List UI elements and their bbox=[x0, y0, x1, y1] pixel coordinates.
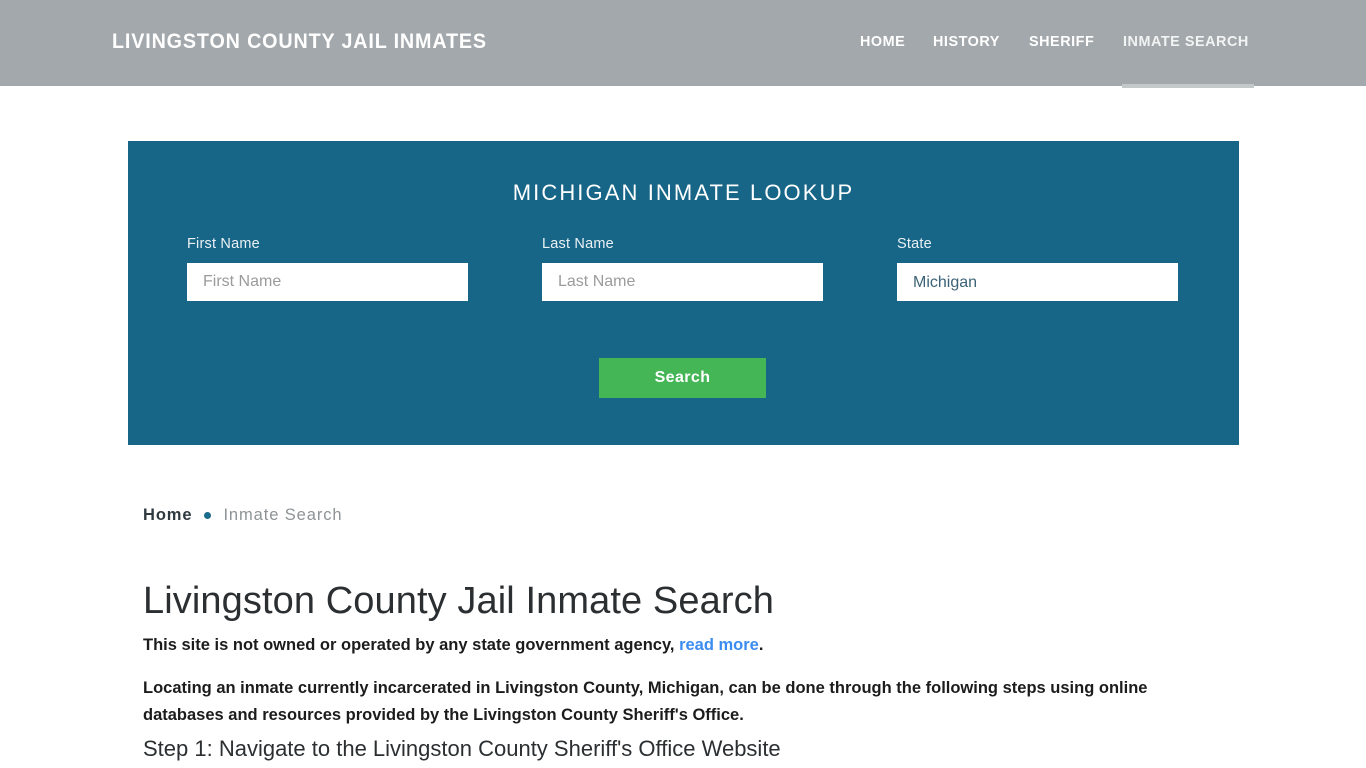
breadcrumb-item-current: Inmate Search bbox=[223, 506, 343, 524]
intro-paragraph: Locating an inmate currently incarcerate… bbox=[143, 679, 1148, 724]
nav-item-history[interactable]: HISTORY bbox=[933, 33, 1000, 50]
step-1-heading: Step 1: Navigate to the Livingston Count… bbox=[143, 736, 781, 761]
page-title: Livingston County Jail Inmate Search bbox=[143, 580, 774, 622]
last-name-field-group: Last Name bbox=[542, 236, 823, 301]
disclaimer-period: . bbox=[758, 636, 764, 654]
inmate-lookup-panel: MICHIGAN INMATE LOOKUP First Name Last N… bbox=[128, 141, 1239, 445]
nav-item-home[interactable]: HOME bbox=[860, 33, 905, 50]
site-header: LIVINGSTON COUNTY JAIL INMATES HOME HIST… bbox=[0, 0, 1366, 88]
breadcrumb-item-home[interactable]: Home bbox=[143, 506, 192, 525]
site-logo[interactable]: LIVINGSTON COUNTY JAIL INMATES bbox=[112, 30, 487, 54]
first-name-field-group: First Name bbox=[187, 236, 468, 301]
first-name-label: First Name bbox=[187, 236, 260, 252]
disclaimer-sentence: This site is not owned or operated by an… bbox=[143, 636, 675, 654]
last-name-label: Last Name bbox=[542, 236, 614, 252]
state-label: State bbox=[897, 236, 932, 252]
nav-active-indicator bbox=[1122, 84, 1254, 88]
nav-item-sheriff[interactable]: SHERIFF bbox=[1029, 33, 1094, 50]
state-select[interactable]: Michigan bbox=[897, 263, 1178, 301]
main-navigation: HOME HISTORY SHERIFF INMATE SEARCH bbox=[860, 33, 1254, 50]
read-more-link[interactable]: read more bbox=[679, 636, 759, 654]
lookup-panel-title: MICHIGAN INMATE LOOKUP bbox=[512, 180, 855, 205]
state-field-group: State Michigan bbox=[897, 236, 1178, 301]
breadcrumb: Home Inmate Search bbox=[143, 506, 342, 525]
header-inner: LIVINGSTON COUNTY JAIL INMATES HOME HIST… bbox=[0, 0, 1366, 88]
nav-item-inmate-search[interactable]: INMATE SEARCH bbox=[1123, 33, 1249, 50]
last-name-input[interactable] bbox=[542, 263, 823, 301]
first-name-input[interactable] bbox=[187, 263, 468, 301]
disclaimer-text: This site is not owned or operated by an… bbox=[143, 636, 763, 655]
breadcrumb-separator-dot-icon bbox=[204, 512, 212, 519]
search-button[interactable]: Search bbox=[599, 358, 766, 398]
